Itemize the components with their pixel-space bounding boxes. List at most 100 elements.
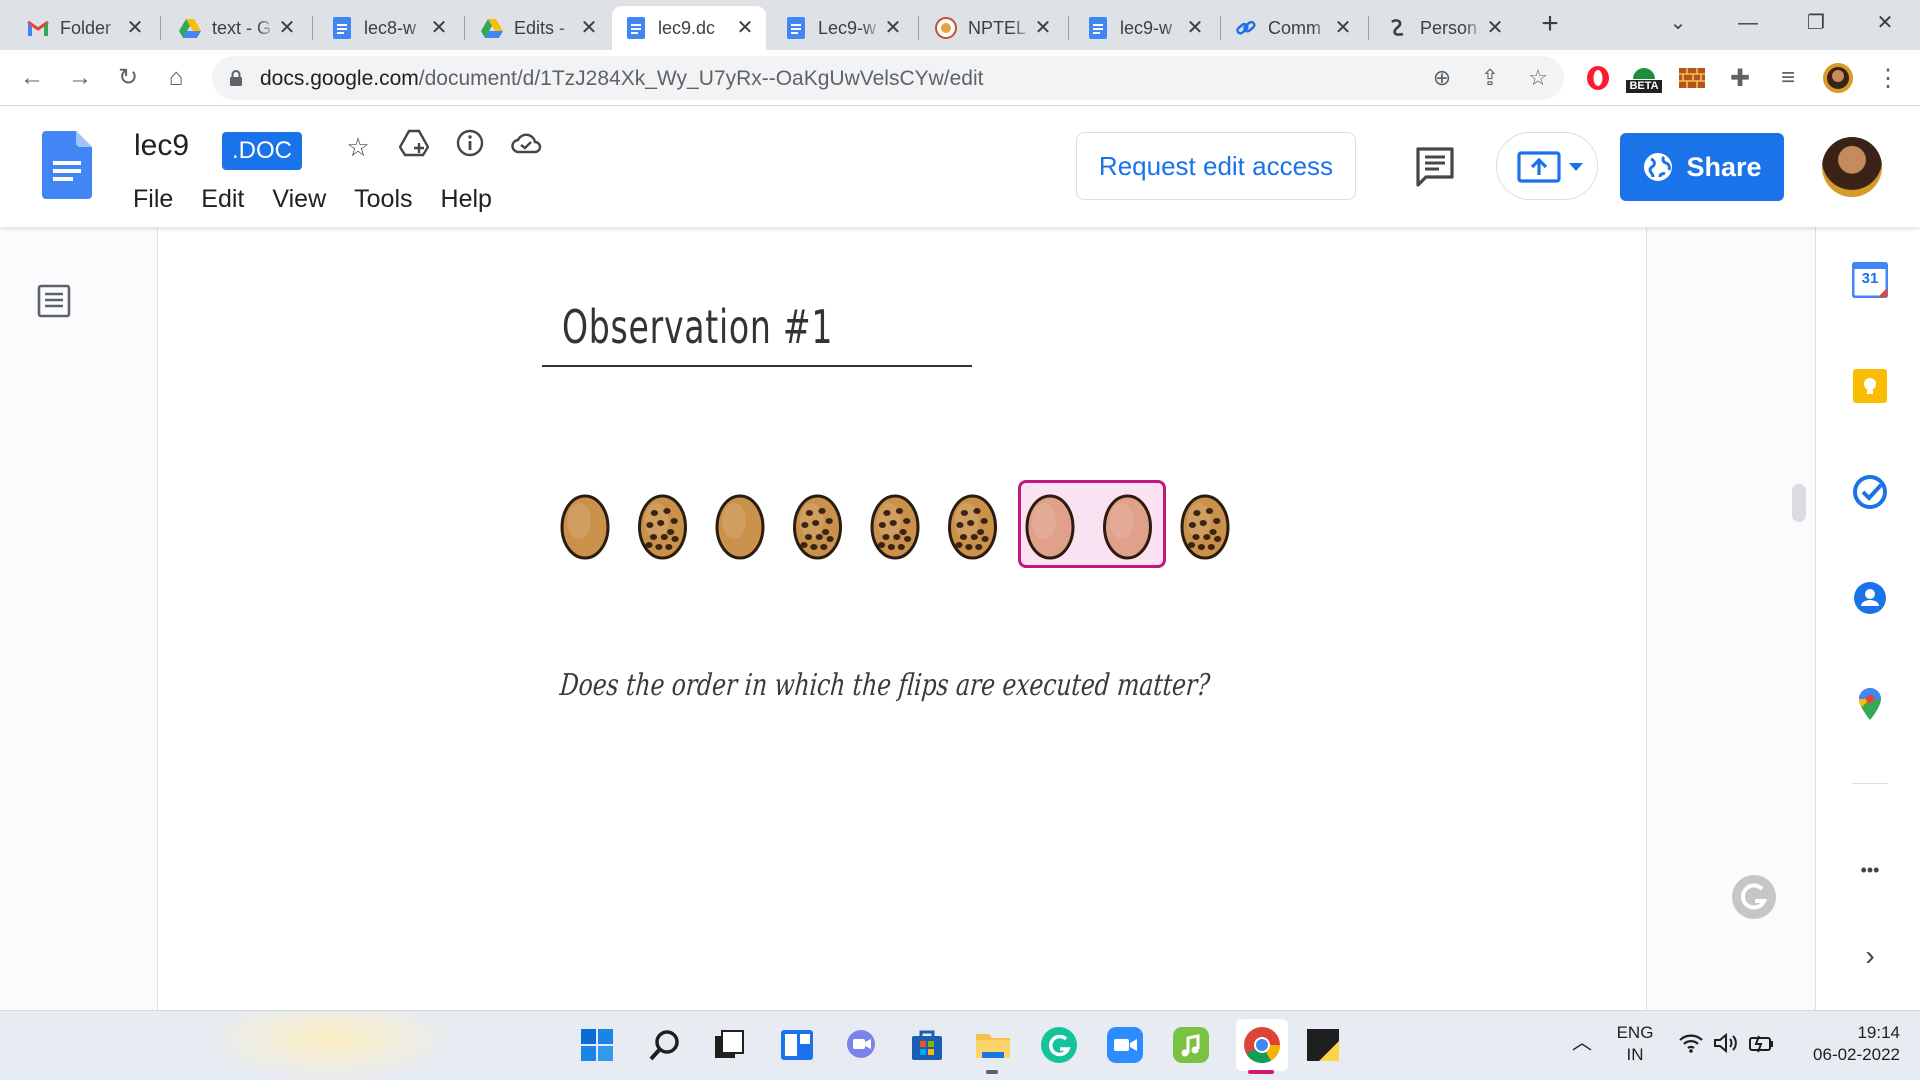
contacts-icon[interactable]: [1852, 580, 1888, 616]
beta-extension-icon[interactable]: BETA: [1626, 62, 1662, 94]
zoom-icon[interactable]: ⊕: [1428, 64, 1456, 92]
nptel-icon: [934, 16, 958, 40]
microsoft-store-icon[interactable]: [906, 1024, 948, 1066]
brick-extension-icon[interactable]: [1676, 62, 1708, 94]
task-view-icon[interactable]: [708, 1024, 750, 1066]
volume-icon[interactable]: [1712, 1032, 1738, 1060]
tab-close-icon[interactable]: ✕: [428, 17, 450, 39]
tab-title: NPTEL: [968, 17, 1027, 38]
present-button[interactable]: [1496, 132, 1598, 200]
clock[interactable]: 19:14 06-02-2022: [1790, 1022, 1900, 1066]
search-icon[interactable]: [644, 1024, 686, 1066]
clock-date: 06-02-2022: [1813, 1045, 1900, 1064]
tab-close-icon[interactable]: ✕: [124, 17, 146, 39]
document-title[interactable]: lec9: [134, 129, 189, 163]
tasks-icon[interactable]: [1852, 474, 1888, 510]
tab-close-icon[interactable]: ✕: [276, 17, 298, 39]
tab-title: text - G: [212, 17, 272, 38]
sticky-notes-icon[interactable]: [1302, 1024, 1344, 1066]
menu-help[interactable]: Help: [441, 183, 492, 216]
show-hidden-icons-chevron[interactable]: ︿: [1572, 1032, 1592, 1054]
browser-tab[interactable]: Comm ✕: [1222, 6, 1364, 50]
beta-label: BETA: [1626, 79, 1662, 93]
keep-icon[interactable]: [1852, 368, 1888, 404]
close-window-button[interactable]: ✕: [1855, 8, 1915, 38]
account-avatar[interactable]: [1822, 137, 1882, 197]
plain-cookie: [560, 494, 610, 560]
docs-logo-icon[interactable]: [42, 131, 92, 199]
menu-file[interactable]: File: [133, 183, 173, 216]
address-bar[interactable]: docs.google.com/document/d/1TzJ284Xk_Wy_…: [212, 56, 1564, 100]
language-indicator[interactable]: ENG IN: [1610, 1022, 1660, 1066]
music-app-icon[interactable]: [1170, 1024, 1212, 1066]
menu-view[interactable]: View: [272, 183, 326, 216]
wifi-icon[interactable]: [1678, 1032, 1704, 1060]
file-explorer-icon[interactable]: [972, 1024, 1014, 1066]
tab-close-icon[interactable]: ✕: [882, 17, 904, 39]
share-button[interactable]: Share: [1620, 133, 1784, 201]
more-addons-icon[interactable]: •••: [1852, 852, 1888, 888]
tab-search-icon[interactable]: ⌄: [1648, 8, 1708, 38]
home-icon[interactable]: ⌂: [158, 60, 194, 96]
browser-tab[interactable]: NPTEL ✕: [922, 6, 1064, 50]
maximize-button[interactable]: ❐: [1786, 8, 1846, 38]
calendar-icon[interactable]: 31: [1851, 261, 1889, 299]
menu-tools[interactable]: Tools: [354, 183, 412, 216]
tab-separator: [1068, 16, 1069, 40]
request-edit-access-button[interactable]: Request edit access: [1076, 132, 1356, 200]
media-controls-icon[interactable]: ≡: [1772, 62, 1804, 94]
tab-close-icon[interactable]: ✕: [1032, 17, 1054, 39]
url-text[interactable]: docs.google.com/document/d/1TzJ284Xk_Wy_…: [260, 67, 983, 91]
bookmark-star-icon[interactable]: ☆: [1524, 64, 1552, 92]
tab-close-icon[interactable]: ✕: [1332, 17, 1354, 39]
chocolate-chip-cookie: [793, 494, 842, 560]
new-tab-button[interactable]: +: [1535, 9, 1565, 40]
browser-toolbar: ← → ↻ ⌂ docs.google.com/document/d/1TzJ2…: [0, 50, 1920, 106]
tab-close-icon[interactable]: ✕: [1184, 17, 1206, 39]
browser-tab[interactable]: lec8-w ✕: [318, 6, 460, 50]
cloud-saved-icon[interactable]: [508, 129, 544, 165]
battery-icon[interactable]: [1748, 1032, 1776, 1060]
reload-icon[interactable]: ↻: [110, 60, 146, 96]
grammarly-taskbar-icon[interactable]: [1038, 1024, 1080, 1066]
opera-extension-icon[interactable]: [1582, 62, 1614, 94]
browser-tab[interactable]: lec9-w ✕: [1074, 6, 1216, 50]
chocolate-chip-cookie: [1180, 494, 1230, 560]
browser-tab[interactable]: Edits - ✕: [468, 6, 610, 50]
teams-chat-icon[interactable]: [840, 1024, 882, 1066]
minimize-button[interactable]: —: [1718, 8, 1778, 38]
comments-icon[interactable]: [1412, 143, 1458, 189]
extensions-puzzle-icon[interactable]: ✚: [1724, 62, 1756, 94]
widgets-icon[interactable]: [776, 1024, 818, 1066]
profile-avatar-small[interactable]: [1822, 62, 1854, 94]
chrome-taskbar-icon[interactable]: [1236, 1019, 1288, 1071]
browser-tab[interactable]: Folder ✕: [14, 6, 156, 50]
browser-tab[interactable]: Person ✕: [1374, 6, 1516, 50]
present-dropdown-icon[interactable]: [1569, 163, 1583, 171]
back-icon[interactable]: ←: [14, 60, 50, 96]
lock-icon[interactable]: [226, 68, 246, 88]
document-outline-icon[interactable]: [36, 283, 72, 319]
forward-icon[interactable]: →: [62, 60, 98, 96]
browser-tab[interactable]: Lec9-w ✕: [772, 6, 914, 50]
browser-tab[interactable]: lec9.dc ✕: [612, 6, 766, 50]
browser-tab[interactable]: text - G ✕: [166, 6, 308, 50]
expand-panel-icon[interactable]: ›: [1852, 938, 1888, 974]
tab-close-icon[interactable]: ✕: [578, 17, 600, 39]
star-icon[interactable]: ☆: [340, 129, 376, 165]
document-details-icon[interactable]: [452, 129, 488, 165]
grammarly-icon[interactable]: [1732, 875, 1776, 919]
tab-close-icon[interactable]: ✕: [734, 17, 756, 39]
chocolate-chip-cookie: [948, 494, 997, 560]
share-page-icon[interactable]: ⇪: [1476, 64, 1504, 92]
scrollbar-thumb[interactable]: [1792, 484, 1806, 522]
add-shortcut-drive-icon[interactable]: [396, 129, 432, 165]
browser-menu-icon[interactable]: ⋮: [1872, 62, 1904, 94]
side-panel-divider: [1852, 783, 1888, 784]
windows-start-icon[interactable]: [576, 1024, 618, 1066]
menu-edit[interactable]: Edit: [201, 183, 244, 216]
tab-close-icon[interactable]: ✕: [1484, 17, 1506, 39]
zoom-app-icon[interactable]: [1104, 1024, 1146, 1066]
flipped-cookie: [1103, 494, 1152, 560]
maps-icon[interactable]: [1852, 686, 1888, 722]
